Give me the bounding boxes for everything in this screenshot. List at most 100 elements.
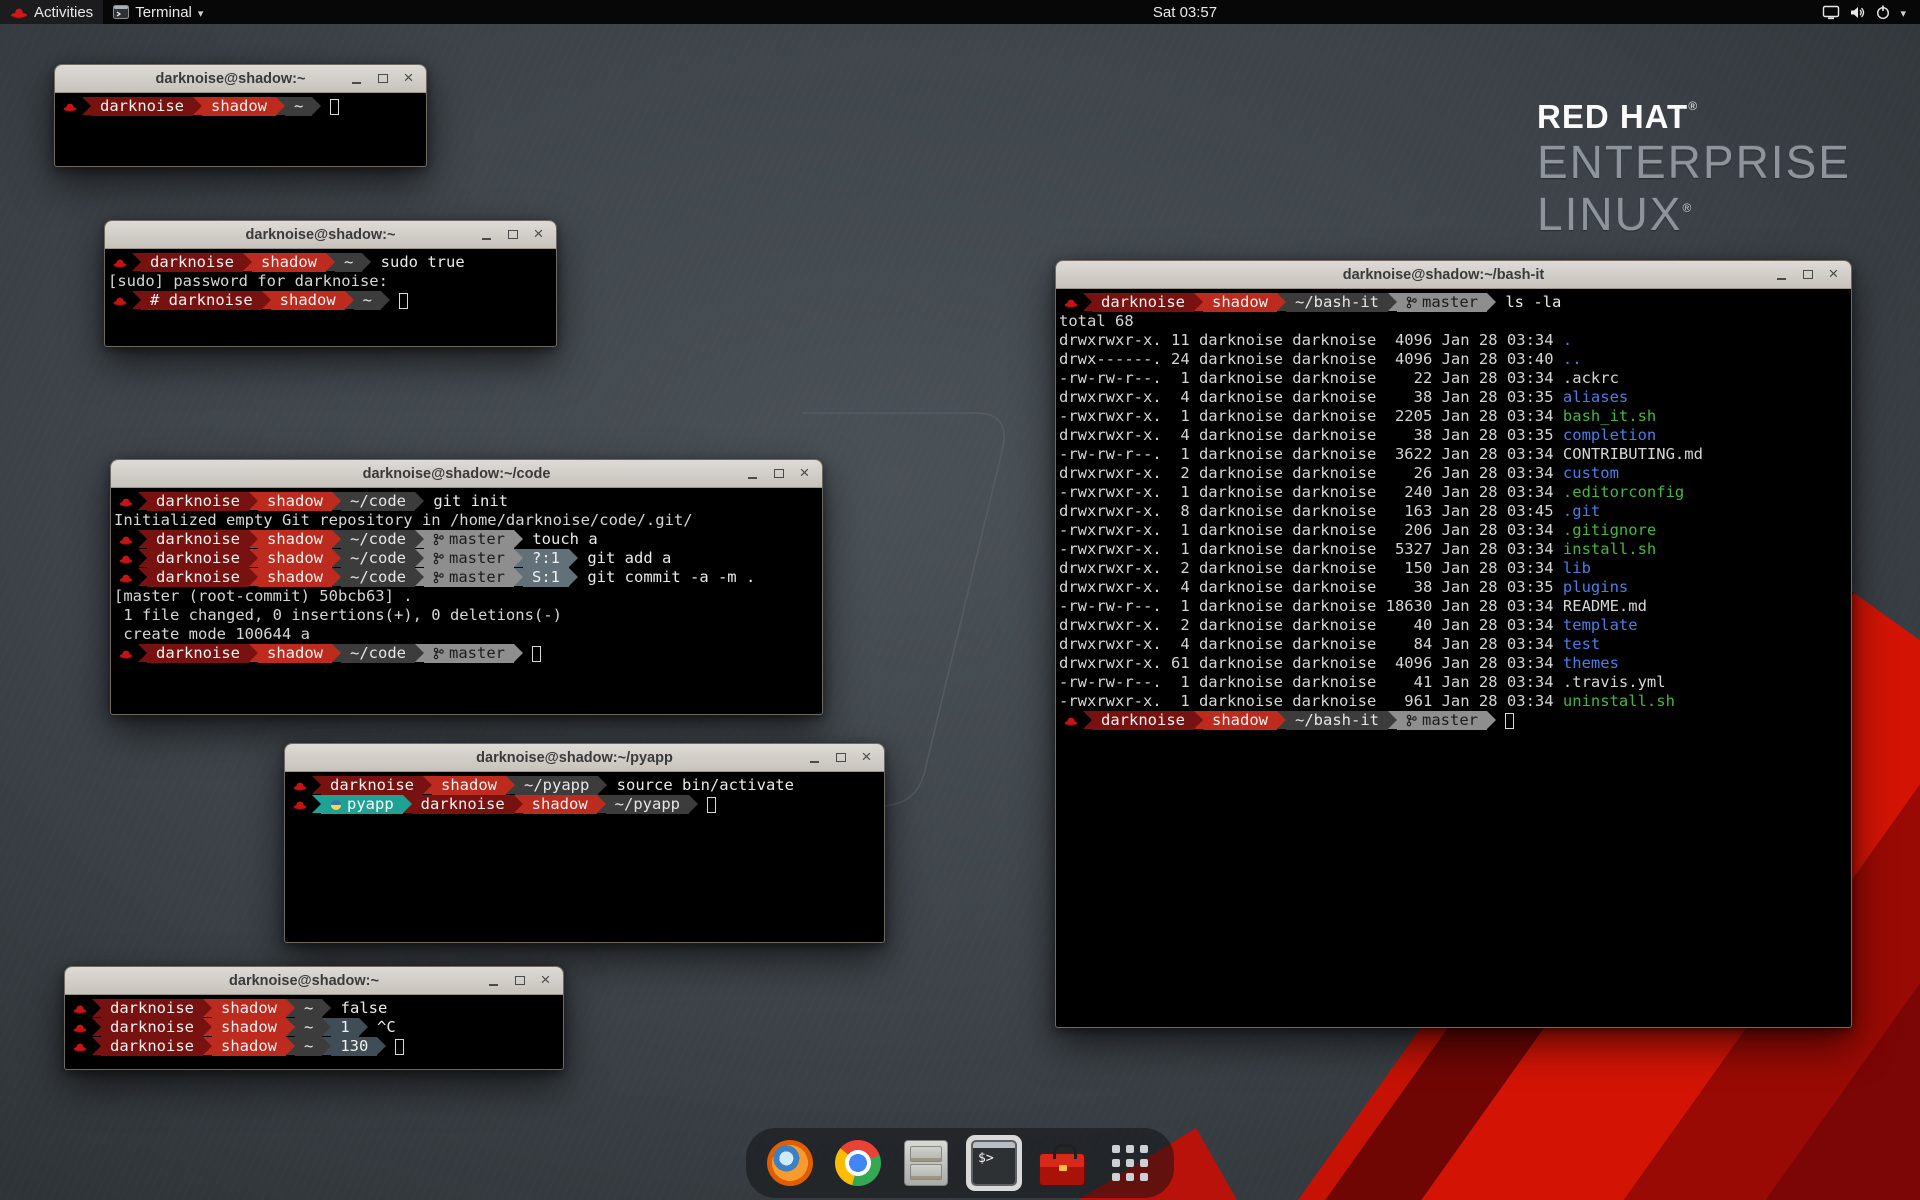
maximize-button[interactable] bbox=[769, 464, 788, 483]
powerline-separator bbox=[193, 97, 202, 115]
prompt-segment-host: shadow bbox=[271, 291, 345, 310]
powerline-separator bbox=[138, 492, 147, 510]
chrome-icon bbox=[835, 1140, 881, 1186]
minimize-button[interactable] bbox=[484, 971, 503, 990]
powerline-separator bbox=[1487, 293, 1496, 311]
window-titlebar[interactable]: darknoise@shadow:~ bbox=[65, 967, 563, 995]
prompt-segment-path: ~/bash-it bbox=[1286, 293, 1388, 312]
powerline-separator bbox=[1388, 711, 1397, 729]
maximize-button[interactable] bbox=[373, 69, 392, 88]
prompt-segment-venv: pyapp bbox=[321, 795, 403, 814]
dock-item-files[interactable] bbox=[898, 1135, 954, 1191]
terminal-window: darknoise@shadow:~ darknoiseshadow~ bbox=[54, 64, 427, 167]
minimize-button[interactable] bbox=[1772, 265, 1791, 284]
powerline-separator bbox=[322, 1018, 331, 1036]
close-button[interactable] bbox=[857, 748, 876, 767]
clock[interactable]: Sat 03:57 bbox=[1143, 0, 1227, 24]
window-titlebar[interactable]: darknoise@shadow:~ bbox=[105, 221, 556, 249]
maximize-button[interactable] bbox=[831, 748, 850, 767]
terminal-line: Initialized empty Git repository in /hom… bbox=[114, 511, 819, 530]
minimize-button[interactable] bbox=[477, 225, 496, 244]
terminal-body[interactable]: darknoiseshadow~ falsedarknoiseshadow~1 … bbox=[65, 995, 563, 1069]
terminal-body[interactable]: darknoiseshadow~/code git initInitialize… bbox=[111, 488, 822, 714]
powerline-separator bbox=[249, 492, 258, 510]
command-text: false bbox=[331, 999, 387, 1018]
terminal-body[interactable]: darknoiseshadow~ bbox=[55, 93, 426, 166]
terminal-line: total 68 bbox=[1059, 312, 1848, 331]
terminal-cursor bbox=[395, 1039, 404, 1055]
window-titlebar[interactable]: darknoise@shadow:~ bbox=[55, 65, 426, 93]
powerline-separator bbox=[569, 568, 578, 586]
close-button[interactable] bbox=[536, 971, 555, 990]
minimize-button[interactable] bbox=[805, 748, 824, 767]
output-text: drwxrwxr-x. 4 darknoise darknoise 38 Jan… bbox=[1059, 578, 1563, 597]
prompt-segment-path: ~ bbox=[335, 253, 362, 272]
redhat-icon bbox=[288, 795, 312, 814]
terminal-body[interactable]: darknoiseshadow~ sudo true[sudo] passwor… bbox=[105, 249, 556, 346]
powerline-separator bbox=[286, 1018, 295, 1036]
powerline-separator bbox=[1083, 711, 1092, 729]
maximize-icon bbox=[378, 74, 388, 83]
window-title: darknoise@shadow:~ bbox=[125, 973, 483, 989]
powerline-separator bbox=[243, 253, 252, 271]
terminal-window: darknoise@shadow:~/pyapp darknoiseshadow… bbox=[284, 743, 885, 943]
activities-button[interactable]: Activities bbox=[0, 0, 103, 24]
terminal-line: -rwxrwxr-x. 1 darknoise darknoise 961 Ja… bbox=[1059, 692, 1848, 711]
prompt-segment-host: shadow bbox=[1203, 711, 1277, 730]
powerline-separator bbox=[1194, 293, 1203, 311]
powerline-separator bbox=[249, 549, 258, 567]
prompt-segment-host: shadow bbox=[212, 1018, 286, 1037]
terminal-body[interactable]: darknoiseshadow~/bash-itmaster ls -latot… bbox=[1056, 289, 1851, 1027]
minimize-button[interactable] bbox=[347, 69, 366, 88]
dock: $> bbox=[746, 1128, 1174, 1198]
minimize-icon bbox=[810, 761, 819, 763]
close-button[interactable] bbox=[1824, 265, 1843, 284]
file-name: README.md bbox=[1563, 597, 1647, 616]
terminal-line: [sudo] password for darknoise: bbox=[108, 272, 553, 291]
maximize-button[interactable] bbox=[510, 971, 529, 990]
powerline-separator bbox=[1083, 293, 1092, 311]
minimize-icon bbox=[1777, 278, 1786, 280]
powerline-separator bbox=[359, 1018, 368, 1036]
terminal-line: darknoiseshadow~/codemasterS:1 git commi… bbox=[114, 568, 819, 587]
close-button[interactable] bbox=[399, 69, 418, 88]
minimize-button[interactable] bbox=[743, 464, 762, 483]
minimize-icon bbox=[489, 984, 498, 986]
output-text: Initialized empty Git repository in /hom… bbox=[114, 511, 693, 530]
prompt-segment-path: ~/code bbox=[341, 530, 415, 549]
close-icon bbox=[800, 464, 810, 483]
close-button[interactable] bbox=[529, 225, 548, 244]
terminal-body[interactable]: darknoiseshadow~/pyapp source bin/activa… bbox=[285, 772, 884, 942]
dock-item-firefox[interactable] bbox=[762, 1135, 818, 1191]
app-menu[interactable]: Terminal bbox=[103, 0, 213, 24]
dock-item-software[interactable] bbox=[1034, 1135, 1090, 1191]
terminal-line: -rwxrwxr-x. 1 darknoise darknoise 206 Ja… bbox=[1059, 521, 1848, 540]
maximize-icon bbox=[836, 753, 846, 762]
redhat-icon bbox=[114, 568, 138, 587]
redhat-icon bbox=[10, 6, 28, 19]
terminal-line: darknoiseshadow~/bash-itmaster bbox=[1059, 711, 1848, 730]
powerline-separator bbox=[249, 644, 258, 662]
redhat-icon bbox=[68, 1018, 92, 1037]
powerline-separator bbox=[92, 1018, 101, 1036]
maximize-button[interactable] bbox=[1798, 265, 1817, 284]
powerline-separator bbox=[332, 644, 341, 662]
window-titlebar[interactable]: darknoise@shadow:~/bash-it bbox=[1056, 261, 1851, 289]
window-controls bbox=[805, 748, 884, 767]
maximize-button[interactable] bbox=[503, 225, 522, 244]
output-text: drwxrwxr-x. 11 darknoise darknoise 4096 … bbox=[1059, 331, 1563, 350]
close-button[interactable] bbox=[795, 464, 814, 483]
window-titlebar[interactable]: darknoise@shadow:~/code bbox=[111, 460, 822, 488]
output-text: create mode 100644 a bbox=[114, 625, 310, 644]
prompt-segment-exit: 130 bbox=[331, 1037, 377, 1056]
dock-item-terminal[interactable]: $> bbox=[966, 1135, 1022, 1191]
powerline-separator bbox=[1277, 711, 1286, 729]
chevron-down-icon bbox=[1900, 4, 1906, 21]
dock-item-show-applications[interactable] bbox=[1102, 1135, 1158, 1191]
powerline-separator bbox=[138, 568, 147, 586]
window-titlebar[interactable]: darknoise@shadow:~/pyapp bbox=[285, 744, 884, 772]
terminal-line: -rwxrwxr-x. 1 darknoise darknoise 240 Ja… bbox=[1059, 483, 1848, 502]
system-status-area[interactable] bbox=[1816, 0, 1912, 24]
terminal-line: darknoiseshadow~1 ^C bbox=[68, 1018, 560, 1037]
dock-item-chrome[interactable] bbox=[830, 1135, 886, 1191]
